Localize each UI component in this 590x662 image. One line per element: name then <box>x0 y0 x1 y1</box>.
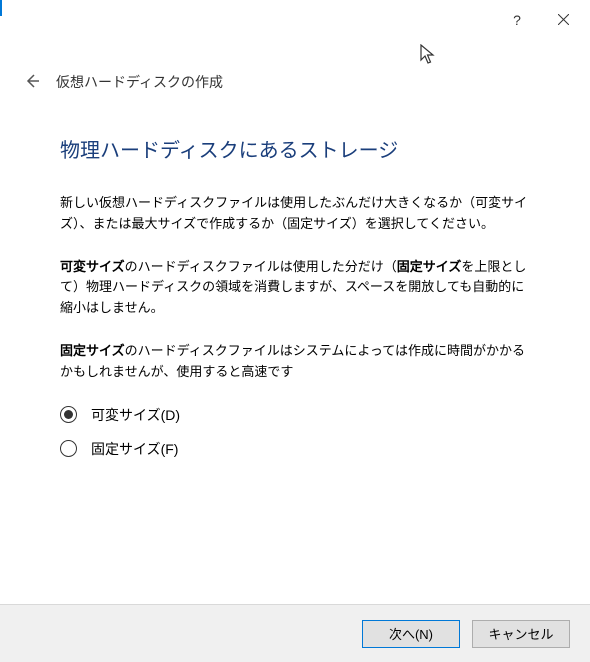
help-button[interactable]: ? <box>494 2 540 38</box>
fixed-desc: 固定サイズのハードディスクファイルはシステムによっては作成に時間がかかるかもしれ… <box>60 341 530 383</box>
dynamic-desc-bold1: 可変サイズ <box>60 259 125 274</box>
bottom-bar: 次へ(N) キャンセル <box>0 604 590 662</box>
storage-type-group: 可変サイズ(D) 固定サイズ(F) <box>60 405 530 459</box>
close-button[interactable] <box>540 2 586 38</box>
titlebar: ? <box>0 0 590 40</box>
close-icon <box>558 12 569 28</box>
radio-fixed[interactable]: 固定サイズ(F) <box>60 439 530 459</box>
back-button[interactable] <box>20 70 44 94</box>
header-row: 仮想ハードディスクの作成 <box>0 50 590 94</box>
radio-fixed-label: 固定サイズ(F) <box>91 439 178 459</box>
page-title: 物理ハードディスクにあるストレージ <box>60 134 530 163</box>
fixed-desc-text: のハードディスクファイルはシステムによっては作成に時間がかかるかもしれませんが、… <box>60 343 525 379</box>
back-arrow-icon <box>23 72 41 93</box>
radio-icon <box>60 406 77 423</box>
dynamic-desc-bold2: 固定サイズ <box>397 259 462 274</box>
dynamic-desc: 可変サイズのハードディスクファイルは使用した分だけ（固定サイズを上限として）物理… <box>60 257 530 319</box>
radio-dynamic[interactable]: 可変サイズ(D) <box>60 405 530 425</box>
fixed-desc-bold: 固定サイズ <box>60 343 125 358</box>
help-icon: ? <box>513 12 521 28</box>
content: 物理ハードディスクにあるストレージ 新しい仮想ハードディスクファイルは使用したぶ… <box>0 94 590 459</box>
radio-dynamic-label: 可変サイズ(D) <box>91 405 180 425</box>
intro-text: 新しい仮想ハードディスクファイルは使用したぶんだけ大きくなるか（可変サイズ）、ま… <box>60 193 530 235</box>
window-accent <box>0 0 2 16</box>
radio-icon <box>60 440 77 457</box>
dynamic-desc-text1: のハードディスクファイルは使用した分だけ（ <box>125 259 397 274</box>
breadcrumb: 仮想ハードディスクの作成 <box>56 72 223 92</box>
cancel-button[interactable]: キャンセル <box>472 620 570 648</box>
next-button[interactable]: 次へ(N) <box>362 620 460 648</box>
